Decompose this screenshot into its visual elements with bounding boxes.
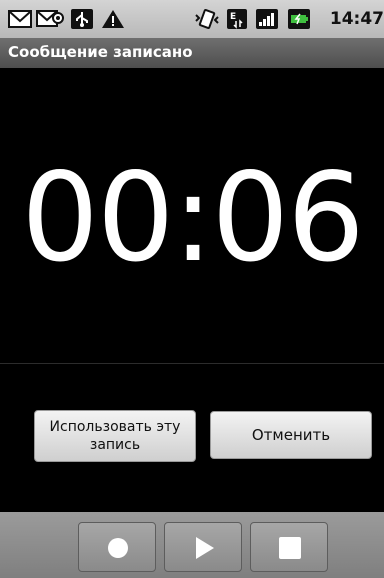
email-icon bbox=[36, 10, 64, 27]
divider bbox=[0, 363, 384, 364]
vibrate-icon bbox=[195, 9, 219, 29]
svg-text:E: E bbox=[230, 12, 236, 22]
usb-icon bbox=[71, 9, 93, 29]
record-button[interactable] bbox=[78, 522, 156, 572]
title-bar: Сообщение записано bbox=[0, 38, 384, 68]
cancel-label: Отменить bbox=[251, 426, 331, 444]
stop-icon bbox=[279, 537, 301, 559]
play-button[interactable] bbox=[164, 522, 242, 572]
warning-icon bbox=[102, 10, 124, 28]
play-icon bbox=[196, 537, 214, 559]
network-e-icon: E bbox=[227, 9, 247, 29]
cancel-button[interactable]: Отменить bbox=[210, 411, 372, 459]
status-time: 14:47 bbox=[329, 9, 384, 29]
use-recording-button[interactable]: Использовать эту запись bbox=[34, 410, 196, 462]
status-bar: E 14:47 bbox=[0, 0, 384, 38]
battery-charging-icon bbox=[288, 9, 310, 29]
page-title: Сообщение записано bbox=[8, 43, 193, 61]
gmail-icon bbox=[8, 10, 32, 28]
playback-controls bbox=[0, 512, 384, 578]
recording-timer: 00:06 bbox=[21, 147, 365, 289]
signal-icon bbox=[256, 9, 278, 29]
stop-button[interactable] bbox=[250, 522, 328, 572]
record-icon bbox=[108, 538, 128, 558]
use-recording-label: Использовать эту запись bbox=[49, 419, 181, 453]
